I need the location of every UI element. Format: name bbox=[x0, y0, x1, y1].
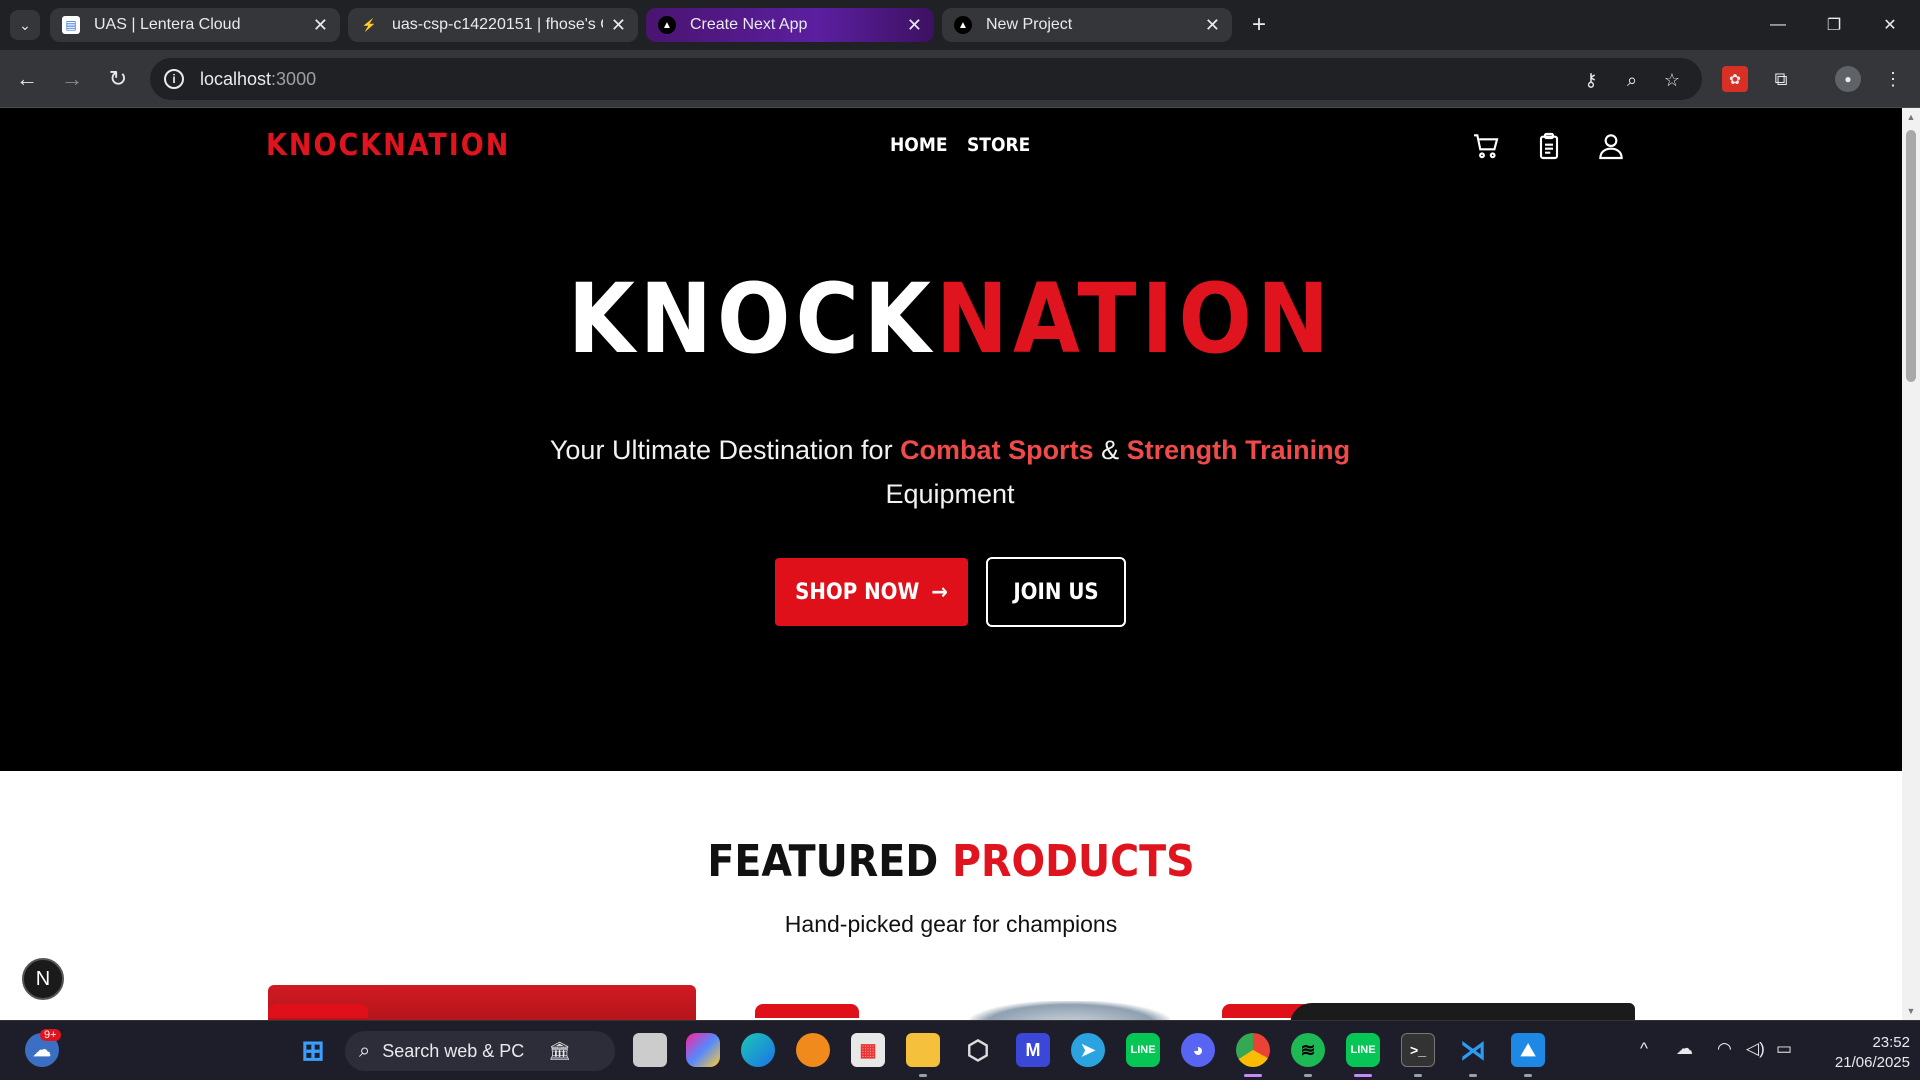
cart-icon[interactable] bbox=[1470, 130, 1502, 162]
zoom-icon[interactable]: ⌕ bbox=[1621, 69, 1643, 91]
menu-kebab-icon[interactable]: ⋮ bbox=[1880, 66, 1906, 92]
site-header: KNOCKNATION HOME STORE bbox=[0, 108, 1902, 183]
product-image-equipment[interactable] bbox=[1290, 1003, 1635, 1020]
running-indicator bbox=[1524, 1074, 1532, 1077]
extensions-puzzle-icon[interactable]: ⧉ bbox=[1768, 66, 1794, 92]
tab-strip: ⌄ ▤ UAS | Lentera Cloud ✕ ⚡ uas-csp-c142… bbox=[0, 0, 1920, 50]
battery-icon[interactable]: ▭ bbox=[1776, 1039, 1792, 1059]
tab-search-dropdown[interactable]: ⌄ bbox=[10, 10, 40, 40]
telegram-icon[interactable]: ➤ bbox=[1071, 1033, 1105, 1067]
widget-badge: 9+ bbox=[40, 1029, 61, 1041]
edge-icon[interactable] bbox=[741, 1033, 775, 1067]
app-m-icon[interactable]: M bbox=[1016, 1033, 1050, 1067]
site-info-icon[interactable]: i bbox=[164, 69, 184, 89]
page-viewport: KNOCKNATION HOME STORE KNOCKNATION Your … bbox=[0, 108, 1902, 1020]
close-tab-icon[interactable]: ✕ bbox=[907, 15, 922, 36]
system-clock[interactable]: 23:52 21/06/2025 bbox=[1810, 1033, 1910, 1073]
product-image-hand-wraps[interactable] bbox=[970, 1001, 1170, 1020]
search-icon: ⌕ bbox=[359, 1039, 371, 1062]
search-highlight-icon: 🏛 bbox=[548, 1040, 572, 1061]
chrome-icon[interactable] bbox=[1236, 1033, 1270, 1067]
file-explorer-icon[interactable] bbox=[906, 1033, 940, 1067]
nextjs-dev-indicator[interactable]: N bbox=[22, 958, 64, 1000]
line-icon[interactable]: LINE bbox=[1346, 1033, 1380, 1067]
close-tab-icon[interactable]: ✕ bbox=[1205, 15, 1220, 36]
supabase-icon: ⚡ bbox=[361, 18, 377, 32]
discord-icon[interactable]: ◕ bbox=[1181, 1033, 1215, 1067]
featured-products-section: FEATURED PRODUCTS Hand-picked gear for c… bbox=[0, 771, 1902, 1020]
tray-chevron-icon[interactable]: ^ bbox=[1640, 1039, 1648, 1059]
user-account-icon[interactable] bbox=[1595, 130, 1627, 162]
join-us-button[interactable]: JOIN US bbox=[986, 557, 1126, 627]
vscode-icon[interactable]: ⋊ bbox=[1456, 1033, 1490, 1067]
profile-avatar[interactable]: ● bbox=[1835, 66, 1861, 92]
arrow-right-icon: → bbox=[931, 579, 948, 605]
page-scrollbar[interactable]: ▲ ▼ bbox=[1902, 108, 1920, 1020]
site-logo[interactable]: KNOCKNATION bbox=[266, 128, 510, 163]
scrollbar-thumb[interactable] bbox=[1906, 130, 1916, 382]
unity-icon[interactable]: ⬡ bbox=[961, 1033, 995, 1067]
browser-toolbar: ← → ↻ i localhost:3000 ⚷ ⌕ ☆ ✿ ⧉ ● ⋮ bbox=[0, 50, 1920, 108]
vercel-triangle-icon: ▲ bbox=[658, 16, 676, 34]
shop-now-button[interactable]: SHOP NOW → bbox=[775, 558, 968, 626]
extension-icon[interactable]: ✿ bbox=[1722, 66, 1748, 92]
document-icon: ▤ bbox=[62, 16, 80, 34]
scroll-up-arrow[interactable]: ▲ bbox=[1906, 112, 1916, 122]
bookmark-star-icon[interactable]: ☆ bbox=[1661, 69, 1683, 91]
hero-title: KNOCKNATION bbox=[567, 263, 1335, 375]
scroll-down-arrow[interactable]: ▼ bbox=[1906, 1006, 1916, 1016]
orders-clipboard-icon[interactable] bbox=[1533, 130, 1565, 162]
close-tab-icon[interactable]: ✕ bbox=[611, 15, 626, 36]
copilot-icon[interactable] bbox=[686, 1033, 720, 1067]
tab-new-project[interactable]: ▲ New Project ✕ bbox=[942, 8, 1232, 42]
address-bar[interactable]: i localhost:3000 ⚷ ⌕ ☆ bbox=[150, 58, 1702, 100]
back-button[interactable]: ← bbox=[12, 64, 42, 94]
running-indicator bbox=[1304, 1074, 1312, 1077]
featured-title: FEATURED PRODUCTS bbox=[707, 836, 1195, 887]
nav-store[interactable]: STORE bbox=[967, 134, 1030, 156]
terminal-icon[interactable]: >_ bbox=[1401, 1033, 1435, 1067]
minimize-button[interactable]: ― bbox=[1758, 8, 1798, 42]
running-indicator bbox=[919, 1074, 927, 1077]
product-badge bbox=[755, 1004, 859, 1018]
active-indicator bbox=[1244, 1074, 1262, 1077]
url-text: localhost:3000 bbox=[200, 68, 317, 89]
reload-button[interactable]: ↻ bbox=[103, 64, 133, 94]
task-view-icon[interactable] bbox=[633, 1033, 667, 1067]
tab-supabase[interactable]: ⚡ uas-csp-c14220151 | fhose's Or ✕ bbox=[348, 8, 638, 42]
forward-button[interactable]: → bbox=[57, 64, 87, 94]
app-orange-icon[interactable] bbox=[796, 1033, 830, 1067]
tab-lentera[interactable]: ▤ UAS | Lentera Cloud ✕ bbox=[50, 8, 340, 42]
microsoft-store-icon[interactable]: ▦ bbox=[851, 1033, 885, 1067]
running-indicator bbox=[1469, 1074, 1477, 1077]
featured-subtitle: Hand-picked gear for champions bbox=[784, 911, 1118, 937]
active-indicator bbox=[1354, 1074, 1372, 1077]
tab-create-next-app[interactable]: ▲ Create Next App ✕ bbox=[646, 8, 934, 42]
wifi-icon[interactable]: ◠ bbox=[1717, 1039, 1732, 1059]
hero-section: KNOCKNATION Your Ultimate Destination fo… bbox=[0, 183, 1902, 771]
photos-icon[interactable]: ⛰ bbox=[1511, 1033, 1545, 1067]
windows-taskbar: ☁ 9+ ⊞ ⌕ Search web & PC 🏛 ▦ ⬡ M ➤ LINE … bbox=[0, 1020, 1920, 1080]
vercel-triangle-icon: ▲ bbox=[954, 16, 972, 34]
nav-home[interactable]: HOME bbox=[890, 134, 948, 156]
hero-subtitle: Your Ultimate Destination for Combat Spo… bbox=[549, 435, 1351, 509]
close-tab-icon[interactable]: ✕ bbox=[313, 15, 328, 36]
line-icon[interactable]: LINE bbox=[1126, 1033, 1160, 1067]
restore-button[interactable]: ❐ bbox=[1814, 8, 1854, 42]
password-key-icon[interactable]: ⚷ bbox=[1580, 69, 1602, 91]
product-badge bbox=[268, 1004, 368, 1018]
running-indicator bbox=[1414, 1074, 1422, 1077]
taskbar-search[interactable]: ⌕ Search web & PC 🏛 bbox=[345, 1031, 615, 1071]
volume-icon[interactable]: ◁) bbox=[1746, 1039, 1765, 1059]
spotify-icon[interactable]: ≋ bbox=[1291, 1033, 1325, 1067]
new-tab-button[interactable]: + bbox=[1244, 10, 1274, 40]
close-window-button[interactable]: ✕ bbox=[1870, 8, 1910, 42]
onedrive-icon[interactable]: ☁ bbox=[1676, 1039, 1693, 1059]
windows-start-icon[interactable]: ⊞ bbox=[296, 1033, 330, 1067]
